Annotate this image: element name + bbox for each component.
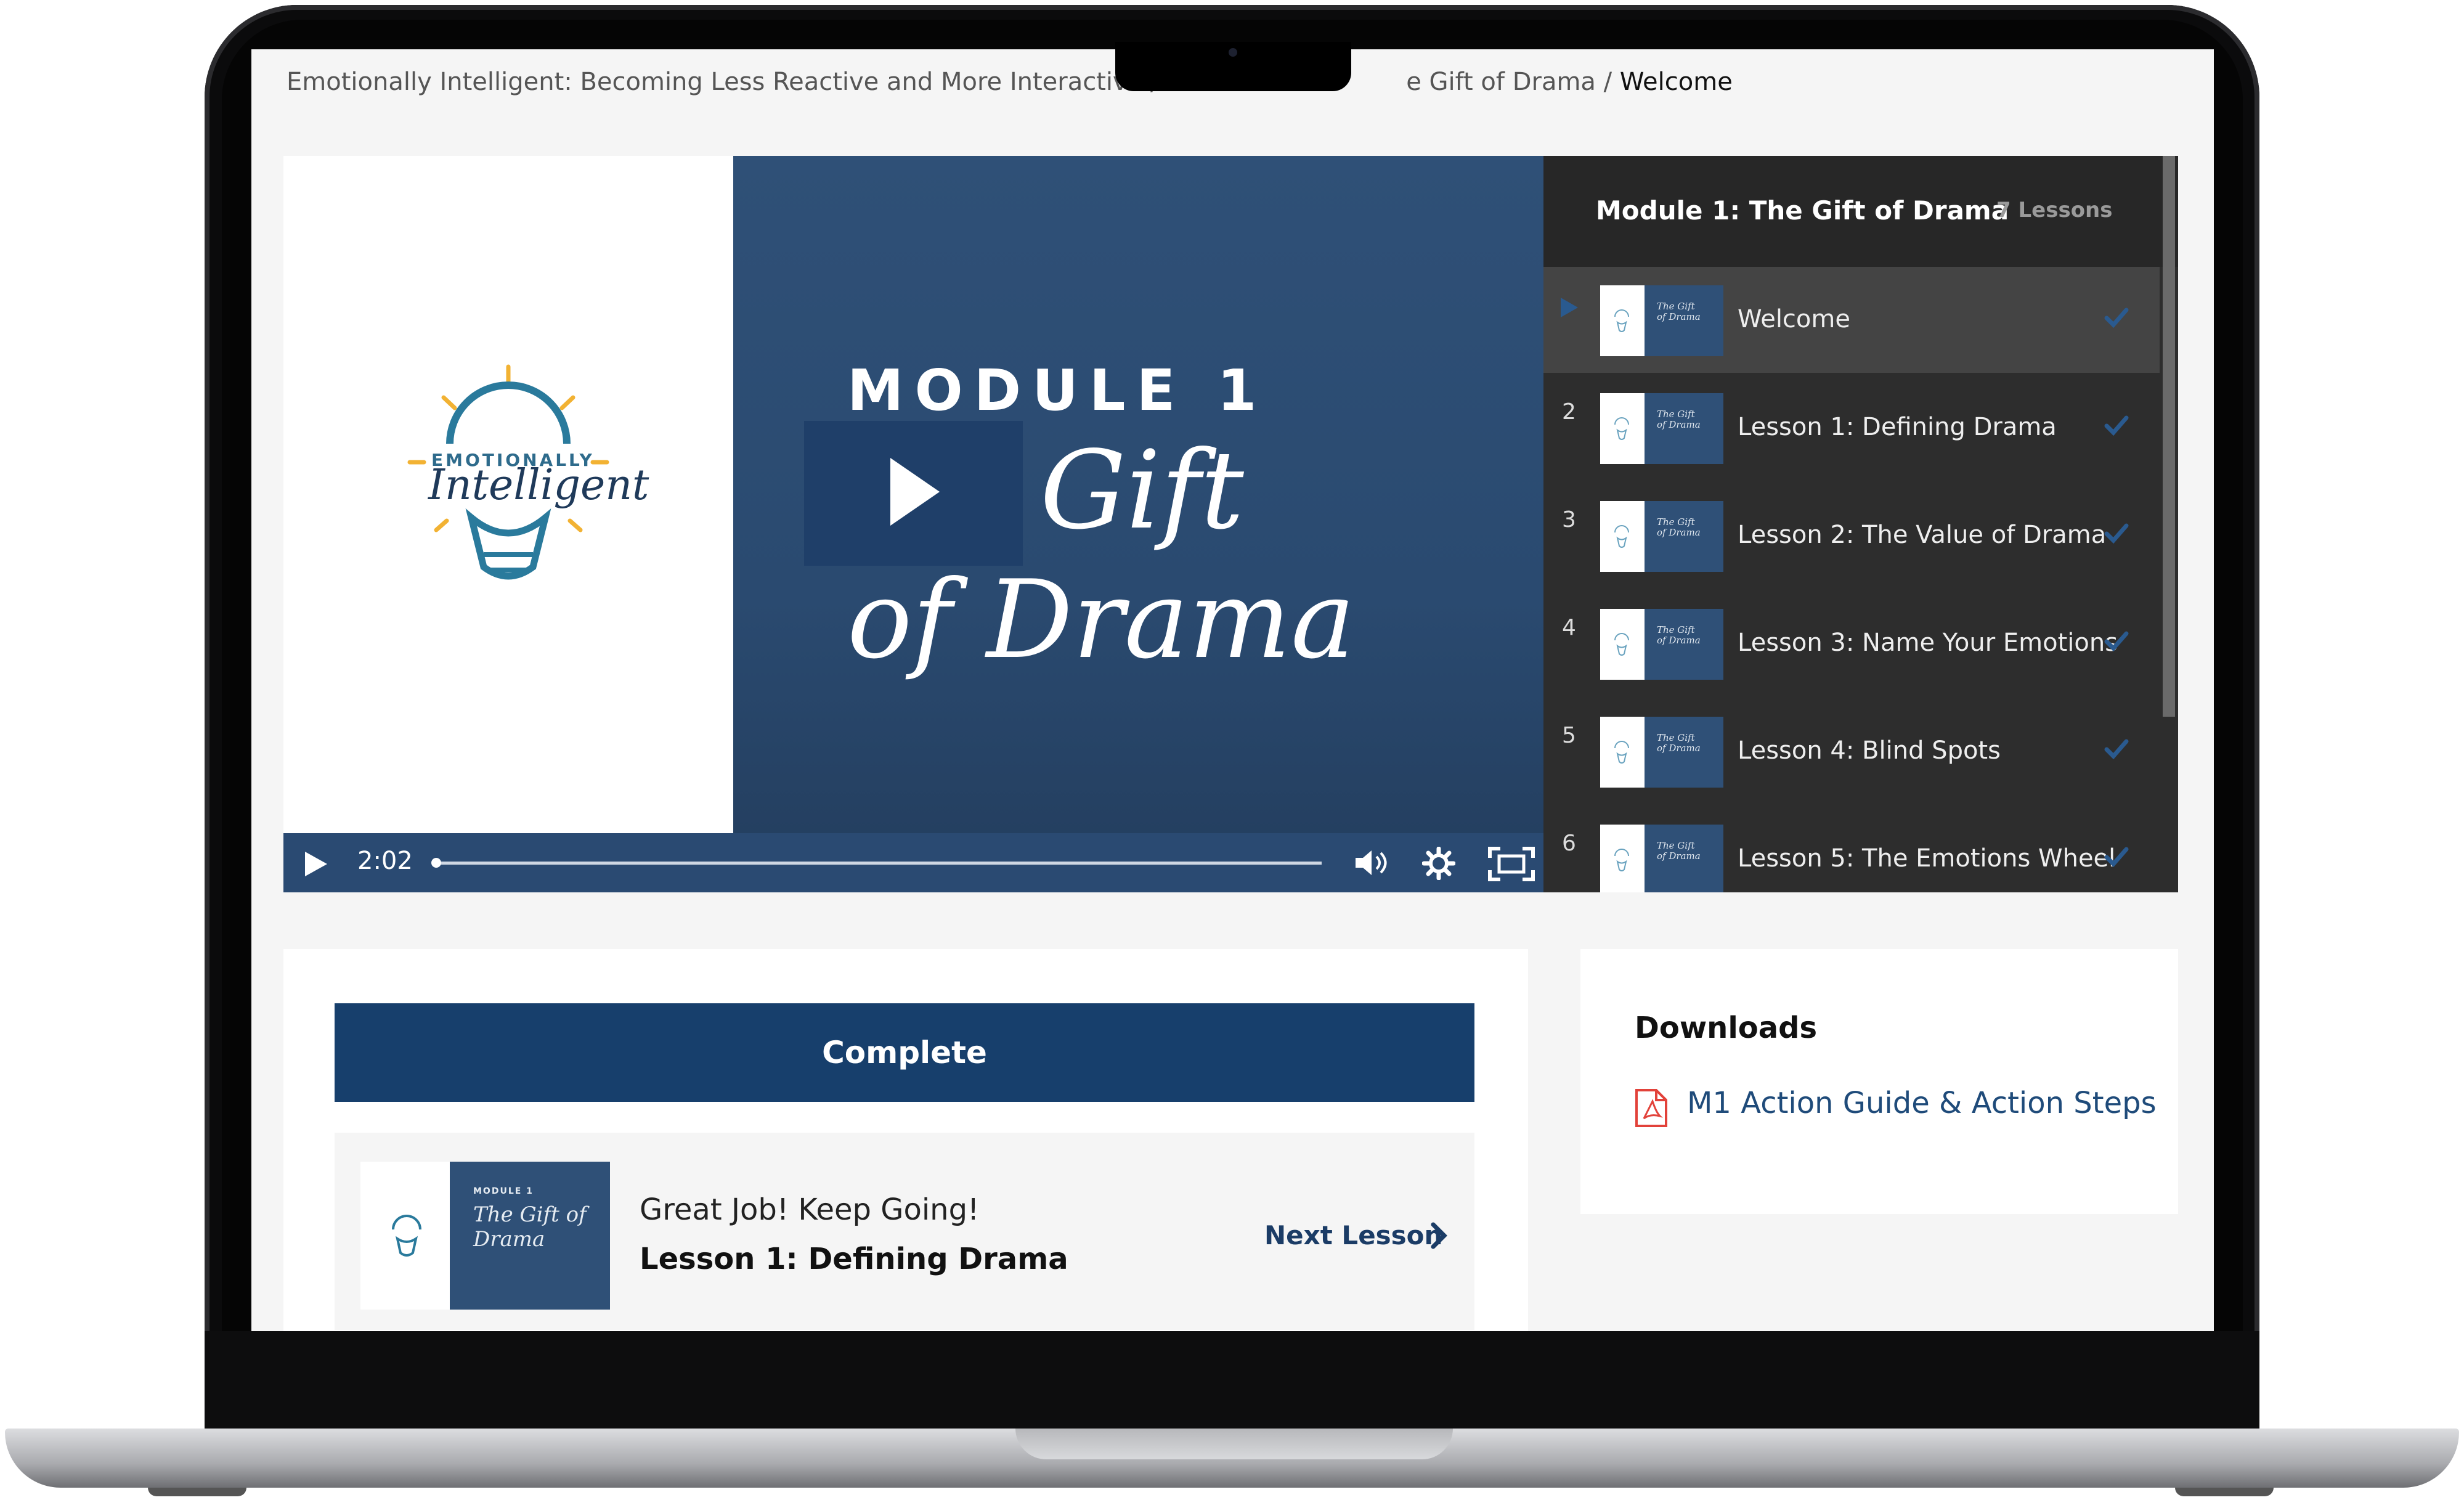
video-title-line2: of Drama <box>847 558 1356 683</box>
playlist-item-label: Lesson 3: Name Your Emotions <box>1738 629 2118 657</box>
thumb-art: The Gift of Drama <box>1645 393 1723 464</box>
thumb-title: The Gift of Drama <box>1657 624 1701 646</box>
playlist-item[interactable]: 4 The Gift of Drama Lesson 3: Name Your Em… <box>1543 590 2160 696</box>
laptop-base-notch <box>1015 1429 1453 1459</box>
playlist-item-number: 5 <box>1562 723 1576 748</box>
laptop-chin <box>205 1331 2259 1435</box>
next-thumb-title: The Gift of Drama <box>473 1202 587 1252</box>
playlist-item[interactable]: 3 The Gift of Drama Lesson 2: The Value of… <box>1543 483 2160 589</box>
thumb-art: The Gift of Drama <box>1645 501 1723 572</box>
video-module-label: MODULE 1 <box>847 357 1268 423</box>
playlist-count: 7 Lessons <box>1996 198 2113 222</box>
logo-word-intelligent: Intelligent <box>428 461 649 510</box>
laptop-foot-left <box>148 1488 246 1496</box>
lightbulb-icon <box>1614 309 1629 332</box>
playlist-item-thumbnail: The Gift of Drama <box>1600 285 1723 356</box>
play-icon[interactable] <box>305 852 327 876</box>
volume-icon[interactable] <box>1356 849 1390 876</box>
settings-icon[interactable] <box>1422 847 1455 880</box>
pdf-file-icon <box>1635 1089 1667 1127</box>
checkmark-icon <box>2104 523 2129 544</box>
lightbulb-icon <box>1614 741 1629 764</box>
download-link[interactable]: M1 Action Guide & Action Steps <box>1687 1086 2157 1120</box>
playlist-item-number: 4 <box>1562 615 1576 640</box>
breadcrumb-current: Welcome <box>1619 68 1733 96</box>
playlist-item-thumbnail: The Gift of Drama <box>1600 609 1723 680</box>
playlist-item-thumbnail: The Gift of Drama <box>1600 393 1723 464</box>
thumb-title: The Gift of Drama <box>1657 840 1701 862</box>
playlist-item-number: 6 <box>1562 831 1576 856</box>
playlist-item-thumbnail: The Gift of Drama <box>1600 501 1723 572</box>
checkmark-icon <box>2104 739 2129 759</box>
next-lesson-title: Lesson 1: Defining Drama <box>640 1242 1068 1276</box>
playlist-item-label: Lesson 2: The Value of Drama <box>1738 521 2107 549</box>
thumb-art: The Gift of Drama <box>1645 609 1723 680</box>
lightbulb-icon <box>392 1215 421 1257</box>
playlist-item-number: 2 <box>1562 399 1576 425</box>
video-controls: 2:02 <box>283 833 1543 892</box>
playlist-item-label: Lesson 1: Defining Drama <box>1738 413 2057 441</box>
chevron-right-icon[interactable] <box>1429 1222 1448 1249</box>
video-time: 2:02 <box>357 847 413 875</box>
next-lesson-thumbnail: MODULE 1 The Gift of Drama <box>360 1162 610 1310</box>
fullscreen-icon[interactable] <box>1488 847 1535 881</box>
complete-label: Complete <box>822 1035 987 1070</box>
playlist-item-label: Lesson 4: Blind Spots <box>1738 736 2001 765</box>
playlist-item-label: Welcome <box>1738 305 1850 333</box>
breadcrumb-course-link[interactable]: Emotionally Intelligent: Becoming Less R… <box>287 68 1203 96</box>
thumb-title: The Gift of Drama <box>1657 301 1701 322</box>
thumb-art: The Gift of Drama <box>1645 717 1723 788</box>
progress-handle[interactable] <box>431 858 441 868</box>
camera-icon <box>1229 48 1237 57</box>
thumb-title: The Gift of Drama <box>1657 409 1701 430</box>
checkmark-icon <box>2104 631 2129 651</box>
progress-track[interactable] <box>434 862 1322 865</box>
complete-button[interactable]: Complete <box>335 1003 1474 1102</box>
playlist-item-thumbnail: The Gift of Drama <box>1600 717 1723 788</box>
checkmark-icon <box>2104 415 2129 436</box>
big-play-button[interactable] <box>804 421 1023 566</box>
playlist-scrollbar[interactable] <box>2163 156 2175 717</box>
playlist-header: Module 1: The Gift of Drama 7 Lessons <box>1543 156 2178 267</box>
playlist-title: Module 1: The Gift of Drama <box>1596 195 2009 226</box>
downloads-card <box>1580 949 2178 1214</box>
thumb-title: The Gift of Drama <box>1657 516 1701 538</box>
next-thumb-mark: MODULE 1 <box>473 1186 534 1196</box>
play-icon <box>890 458 940 526</box>
playlist-item[interactable]: 5 The Gift of Drama Lesson 4: Blind Spots <box>1543 698 2160 804</box>
breadcrumb-module-link[interactable]: e Gift of Drama / <box>1406 68 1620 96</box>
thumb-art: The Gift of Drama <box>1645 825 1723 892</box>
playlist-item[interactable]: The Gift of Drama Welcome <box>1543 267 2160 373</box>
lesson-playlist: Module 1: The Gift of Drama 7 Lessons Th… <box>1543 156 2178 892</box>
now-playing-icon <box>1561 298 1578 317</box>
playlist-item[interactable]: 6 The Gift of Drama Lesson 5: The Emotions… <box>1543 806 2160 892</box>
next-lesson-link[interactable]: Next Lesson <box>1264 1220 1442 1250</box>
downloads-title: Downloads <box>1635 1011 1818 1045</box>
playlist-item-number: 3 <box>1562 507 1576 532</box>
lightbulb-icon <box>1614 849 1629 871</box>
lightbulb-icon <box>1614 417 1629 440</box>
lightbulb-icon <box>1614 525 1629 548</box>
thumb-title: The Gift of Drama <box>1657 732 1701 754</box>
lightbulb-icon <box>1614 633 1629 656</box>
playlist-item-label: Lesson 5: The Emotions Wheel <box>1738 844 2116 873</box>
breadcrumb: Emotionally Intelligent: Becoming Less R… <box>287 68 1733 96</box>
playlist-item[interactable]: 2 The Gift of Drama Lesson 1: Defining Dra… <box>1543 375 2160 481</box>
thumb-art: The Gift of Drama <box>1645 285 1723 356</box>
checkmark-icon <box>2104 308 2129 328</box>
playlist-item-thumbnail: The Gift of Drama <box>1600 825 1723 892</box>
checkmark-icon <box>2104 847 2129 867</box>
next-lesson-thumb-art: MODULE 1 The Gift of Drama <box>450 1162 610 1310</box>
encouragement-text: Great Job! Keep Going! <box>640 1192 980 1227</box>
video-title-line1: Gift <box>1040 428 1244 553</box>
laptop-foot-right <box>2175 1488 2274 1496</box>
